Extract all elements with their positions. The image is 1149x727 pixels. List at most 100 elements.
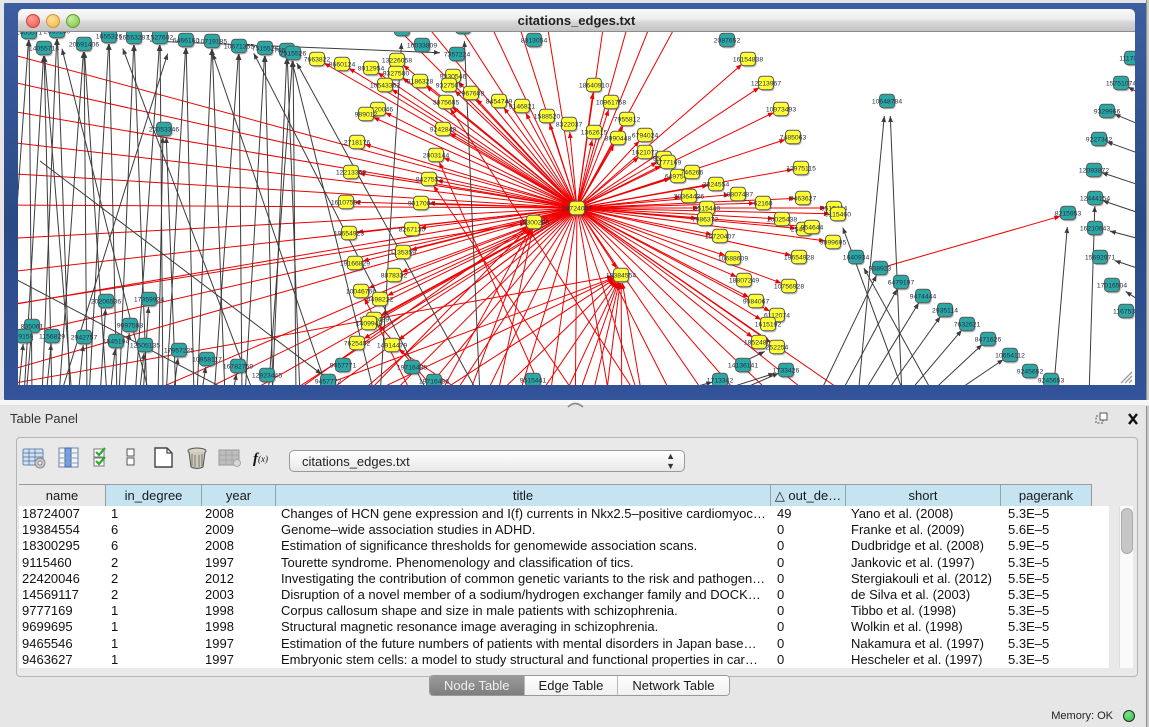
svg-text:15720407: 15720407 <box>705 234 735 241</box>
svg-text:12923445: 12923445 <box>252 373 282 380</box>
svg-text:1603380: 1603380 <box>389 32 416 34</box>
svg-text:14136141: 14136141 <box>728 363 758 370</box>
svg-text:15692971: 15692971 <box>1085 255 1115 262</box>
svg-text:7357224: 7357224 <box>444 52 471 59</box>
svg-text:10973493: 10973493 <box>766 107 796 114</box>
svg-text:9245653: 9245653 <box>1038 378 1065 385</box>
svg-text:1117049: 1117049 <box>1119 56 1135 63</box>
svg-text:16782759: 16782759 <box>223 364 253 371</box>
svg-text:12505135: 12505135 <box>130 343 160 350</box>
svg-text:1713342: 1713342 <box>707 378 734 385</box>
svg-text:3824554: 3824554 <box>703 182 730 189</box>
svg-text:9242848: 9242848 <box>430 127 457 134</box>
svg-text:16210643: 16210643 <box>1080 226 1110 233</box>
svg-text:(x): (x) <box>258 454 268 464</box>
svg-text:3875685: 3875685 <box>433 100 460 107</box>
svg-text:7986372: 7986372 <box>692 217 719 224</box>
svg-text:9097588: 9097588 <box>117 323 144 330</box>
svg-text:1527602: 1527602 <box>147 35 174 42</box>
svg-text:19166829: 19166829 <box>340 261 370 268</box>
svg-text:12213369: 12213369 <box>336 170 366 177</box>
svg-text:8912954: 8912954 <box>358 66 385 73</box>
svg-text:2087652: 2087652 <box>714 38 741 45</box>
svg-text:9327500: 9327500 <box>383 71 410 78</box>
svg-text:7515526: 7515526 <box>280 51 307 58</box>
svg-text:17016504: 17016504 <box>1097 283 1127 290</box>
svg-text:1156829: 1156829 <box>39 334 65 341</box>
svg-text:14055714: 14055714 <box>29 46 59 53</box>
svg-text:4498222: 4498222 <box>367 297 394 304</box>
svg-text:9777169: 9777169 <box>655 160 682 167</box>
svg-text:16154838: 16154838 <box>733 57 763 64</box>
svg-text:14914479: 14914479 <box>377 343 407 350</box>
svg-text:1733426: 1733426 <box>773 368 800 375</box>
svg-text:8471626: 8471626 <box>975 337 1002 344</box>
svg-text:20691406: 20691406 <box>69 42 99 49</box>
svg-text:8322037: 8322037 <box>556 122 583 129</box>
svg-text:9327508: 9327508 <box>436 83 463 90</box>
svg-text:1615192: 1615192 <box>755 322 782 329</box>
svg-text:12093872: 12093872 <box>1079 168 1109 175</box>
svg-text:16107552: 16107552 <box>331 200 361 207</box>
svg-text:10654112: 10654112 <box>995 353 1025 360</box>
svg-text:9329966: 9329966 <box>1094 109 1121 116</box>
svg-text:19384554: 19384554 <box>606 273 636 280</box>
svg-text:9017004: 9017004 <box>408 201 435 208</box>
svg-text:8813054: 8813054 <box>521 38 548 45</box>
svg-text:9474444: 9474444 <box>910 294 937 301</box>
svg-text:9245652: 9245652 <box>1017 369 1044 376</box>
svg-text:19654923: 19654923 <box>334 231 364 238</box>
svg-text:2942757: 2942757 <box>71 335 98 342</box>
svg-text:15751074: 15751074 <box>1106 81 1135 88</box>
svg-text:1409948: 1409948 <box>356 321 383 328</box>
svg-text:9515440: 9515440 <box>694 206 721 213</box>
svg-text:9457771: 9457771 <box>330 363 357 370</box>
svg-text:9084067: 9084067 <box>743 299 770 306</box>
svg-text:10648784: 10648784 <box>872 99 902 106</box>
svg-text:16553287: 16553287 <box>119 35 149 42</box>
svg-text:2803144: 2803144 <box>423 153 450 160</box>
svg-text:8267130: 8267130 <box>399 227 426 234</box>
svg-text:6466160: 6466160 <box>173 38 200 45</box>
svg-text:19654928: 19654928 <box>784 255 814 262</box>
svg-text:19716486: 19716486 <box>419 379 449 386</box>
svg-text:8427552: 8427552 <box>416 177 443 184</box>
svg-text:12213967: 12213967 <box>751 81 781 88</box>
svg-text:10025438: 10025438 <box>767 217 797 224</box>
svg-text:8990448: 8990448 <box>605 136 632 143</box>
svg-text:1362615: 1362615 <box>581 130 608 137</box>
svg-text:8660124: 8660124 <box>329 62 356 69</box>
svg-text:10671355: 10671355 <box>224 44 254 51</box>
svg-text:1640934: 1640934 <box>843 255 870 262</box>
svg-text:18807249: 18807249 <box>729 278 759 285</box>
svg-text:18724007: 18724007 <box>562 206 592 213</box>
svg-text:13226058: 13226058 <box>382 58 412 65</box>
svg-text:10719185: 10719185 <box>197 39 227 46</box>
svg-text:2935114: 2935114 <box>932 308 958 315</box>
svg-text:8215953: 8215953 <box>1055 211 1082 218</box>
svg-text:938923: 938923 <box>869 266 892 273</box>
svg-text:20053346: 20053346 <box>149 127 179 134</box>
svg-text:1545194: 1545194 <box>103 339 130 346</box>
svg-text:17957225: 17957225 <box>164 348 194 355</box>
svg-text:1588520: 1588520 <box>534 114 561 121</box>
svg-text:10961758: 10961758 <box>596 100 626 107</box>
svg-text:62160: 62160 <box>754 201 773 208</box>
svg-text:9899695: 9899695 <box>820 240 847 247</box>
svg-text:9227342: 9227342 <box>1086 137 1113 144</box>
svg-text:20364436: 20364436 <box>674 194 704 201</box>
svg-text:989012: 989012 <box>355 112 378 119</box>
svg-text:7955812: 7955812 <box>614 117 641 124</box>
svg-text:10046766: 10046766 <box>346 289 376 296</box>
svg-text:9115460: 9115460 <box>825 212 851 219</box>
svg-text:8186328: 8186328 <box>407 79 434 86</box>
svg-text:6479197: 6479197 <box>888 280 915 287</box>
svg-text:1167533: 1167533 <box>1113 309 1135 316</box>
svg-text:39159: 39159 <box>18 334 34 341</box>
svg-text:18300295: 18300295 <box>519 220 549 227</box>
svg-text:746266: 746266 <box>681 170 704 177</box>
svg-text:12975115: 12975115 <box>786 166 816 173</box>
svg-text:10543362: 10543362 <box>370 83 400 90</box>
svg-text:9457772: 9457772 <box>315 379 342 386</box>
svg-text:18640910: 18640910 <box>579 83 609 90</box>
